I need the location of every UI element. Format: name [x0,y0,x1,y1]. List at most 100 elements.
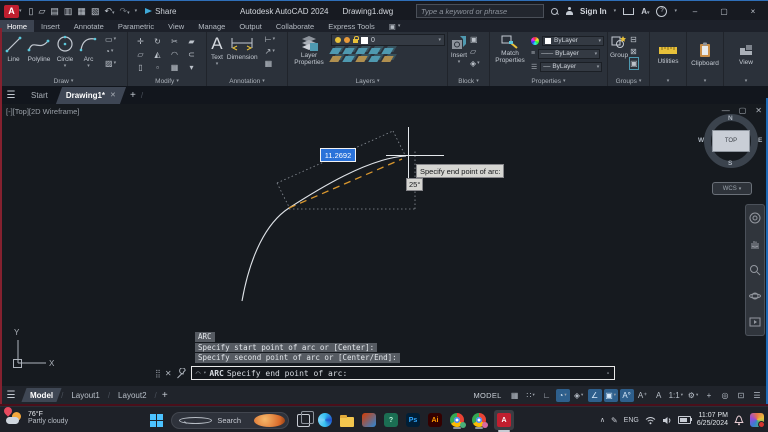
modify-more-icon[interactable]: ▾ [183,61,200,74]
new-icon[interactable]: ▯ [29,6,34,17]
insert-button[interactable]: Insert▾ [450,34,468,65]
scale-value[interactable]: 1:1▾ [668,389,684,402]
move-icon[interactable]: ✛ [132,35,149,48]
command-input[interactable]: ◠ ▾ ARC Specify end point of arc: ▴ [191,366,615,380]
qat-customize-icon[interactable]: ▾ [135,8,138,14]
layer-tool-icon[interactable] [368,56,380,62]
layout2-tab[interactable]: Layout2 [110,388,154,402]
viewcube-west[interactable]: W [698,137,704,144]
lineweight-dropdown[interactable]: —— ByLayer ▾ [538,49,600,59]
viewcube-north[interactable]: N [728,115,733,122]
command-line-grip[interactable]: ⣿ [155,369,161,378]
navigation-bar[interactable] [745,204,765,336]
viewport-controls[interactable]: [-][Top][2D Wireframe] [6,107,79,116]
model-space-badge[interactable]: MODEL [473,391,501,400]
layer-dropdown-caret-icon[interactable]: ▾ [438,37,441,43]
layer-tool-icon[interactable] [355,48,367,54]
chrome-icon[interactable] [450,413,464,427]
volume-icon[interactable] [662,416,672,425]
featured-apps-icon[interactable]: ▣▾ [382,20,408,32]
language-indicator[interactable]: ENG [624,417,639,424]
ribbon-tab-parametric[interactable]: Parametric [111,20,161,32]
illustrator-icon[interactable]: Ai [428,413,442,427]
start-button[interactable] [150,414,163,427]
start-tab[interactable]: Start [22,86,57,104]
stretch-icon[interactable]: ▯ [132,61,149,74]
ribbon-tab-home[interactable]: Home [0,20,34,32]
taskbar-search[interactable]: Search [171,412,289,429]
plot-icon[interactable]: ▦ [77,6,86,17]
photoshop-icon[interactable]: Ps [406,413,420,427]
new-drawing-tab-button[interactable]: + [125,86,141,104]
close-tab-icon[interactable]: ✕ [110,91,116,99]
nav-wheel-icon[interactable] [749,212,761,224]
scale-icon[interactable]: ▫ [149,61,166,74]
edit-attributes-icon[interactable]: ◈▾ [470,58,480,69]
dimension-button[interactable]: Dimension [227,34,258,61]
object-snap-icon[interactable]: ▣▾ [604,389,618,402]
annotation-scale-icon[interactable]: A [652,389,666,402]
offset-icon[interactable]: ⊂ [183,48,200,61]
store-cart-icon[interactable] [623,8,634,15]
ortho-toggle-icon[interactable]: ∟ [540,389,554,402]
autocad-taskbar-icon[interactable]: A [494,410,514,430]
screen-capture-icon[interactable] [750,413,764,427]
object-snap-tracking-icon[interactable]: ∠ [588,389,602,402]
text-button[interactable]: A Text▾ [211,34,223,67]
circle-button[interactable]: Circle▾ [55,34,75,69]
task-view-icon[interactable] [297,414,310,427]
ribbon-tab-manage[interactable]: Manage [191,20,232,32]
sign-in-button[interactable]: Sign In [580,7,607,16]
viewcube-south[interactable]: S [728,160,732,167]
print-icon[interactable]: ▧ [91,6,100,17]
open-icon[interactable]: ▱ [38,6,45,17]
wifi-icon[interactable] [645,416,656,425]
leader-icon[interactable]: ⊢▾ [265,34,275,45]
command-line-close-icon[interactable]: ✕ [165,369,172,378]
pan-icon[interactable] [749,238,761,250]
battery-icon[interactable] [678,416,691,424]
copy-icon[interactable]: ▱ [132,48,149,61]
panel-expand-clipboard[interactable]: ▾ [687,76,723,86]
layout1-tab[interactable]: Layout1 [63,388,107,402]
trim-icon[interactable]: ✂ [166,35,183,48]
edge-icon[interactable] [318,413,332,427]
panel-label-groups[interactable]: Groups▾ [608,76,649,86]
arc-button[interactable]: Arc▾ [79,34,98,69]
ellipse-icon[interactable]: ◔▾ [105,46,116,57]
panel-label-annotation[interactable]: Annotation▾ [207,76,287,86]
viewcube-top-face[interactable]: TOP [712,130,750,152]
utilities-button[interactable]: Utilities [650,32,686,76]
maximize-button[interactable]: ▢ [713,7,735,16]
layer-tool-icon[interactable] [329,48,341,54]
snap-toggle-icon[interactable]: ∷▾ [524,389,538,402]
rotate-icon[interactable]: ↻ [149,35,166,48]
panel-label-layers[interactable]: Layers▾ [288,76,447,86]
notifications-bell-icon[interactable] [734,415,744,426]
pen-icon[interactable]: ✎ [611,416,618,425]
layer-properties-button[interactable]: Layer Properties [291,34,327,66]
layer-dropdown[interactable]: 0 ▾ [331,34,445,46]
doc-close-icon[interactable]: ✕ [755,106,762,115]
chat-app-icon[interactable]: ? [384,413,398,427]
customization-plus-icon[interactable]: + [702,389,716,402]
polar-tracking-icon[interactable]: ◔▾ [556,389,570,402]
ribbon-tab-express-tools[interactable]: Express Tools [321,20,382,32]
object-color-dropdown[interactable]: ByLayer ▾ [542,36,604,46]
linetype-dropdown[interactable]: – – ByLayer ▾ [540,62,602,72]
drawing-canvas[interactable]: Y X [-][Top][2D Wireframe] — ▢ [0,104,768,386]
share-button[interactable]: Share [145,7,176,16]
grid-toggle-icon[interactable]: ▦ [508,389,522,402]
minimize-button[interactable]: – [684,7,706,16]
autodesk-app-icon[interactable]: A▾ [641,7,649,16]
create-block-icon[interactable]: ▣ [470,34,480,45]
table-icon[interactable]: ▦ [265,58,275,69]
layout-menu-icon[interactable]: ☰ [0,390,22,401]
customize-wrench-icon[interactable] [176,368,187,379]
group-edit-icon[interactable]: ⊠ [630,46,638,57]
isolate-objects-icon[interactable]: ◎ [718,389,732,402]
search-icon[interactable] [551,8,558,15]
help-icon[interactable]: ? [656,6,667,17]
clipboard-button[interactable]: Clipboard [687,32,723,76]
multileader-icon[interactable]: ↗▾ [265,46,275,57]
